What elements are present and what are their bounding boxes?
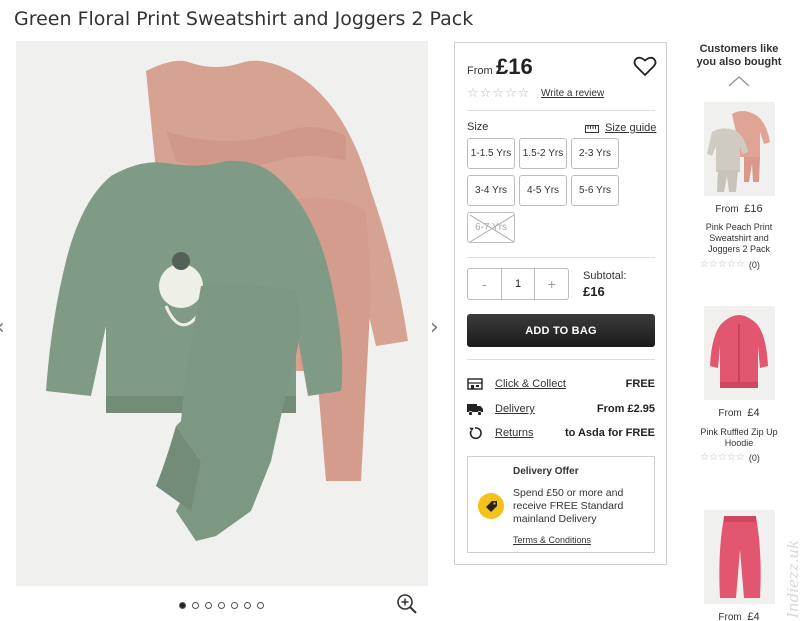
offer-title: Delivery Offer <box>513 466 579 477</box>
returns-value: to Asda for FREE <box>564 427 655 439</box>
product-photo <box>46 60 408 541</box>
size-option[interactable]: 4-5 Yrs <box>519 175 567 206</box>
gallery-dot[interactable] <box>257 602 264 609</box>
star-icon: ☆ <box>700 259 709 270</box>
gallery-dot[interactable] <box>231 602 238 609</box>
delivery-link[interactable]: Delivery <box>495 403 535 415</box>
recommendation-name[interactable]: Pink Ruffled Zip Up Hoodie <box>696 427 782 449</box>
size-option-label: 6-7 Yrs <box>474 222 508 233</box>
click-collect-link[interactable]: Click & Collect <box>495 378 566 390</box>
size-option[interactable]: 1.5-2 Yrs <box>519 138 567 169</box>
recommendation-stars: ☆ ☆ ☆ ☆ ☆ (0) <box>700 452 760 464</box>
recommendation-price-value: £16 <box>744 203 763 215</box>
gallery-prev-arrow[interactable]: ‹ <box>0 315 5 340</box>
gallery-dot[interactable] <box>192 602 199 609</box>
recommendation-price-value: £4 <box>747 611 760 621</box>
recommendation-price-prefix: From <box>718 408 742 419</box>
product-price: £16 <box>496 54 533 79</box>
recommendation-price: From £4 <box>696 407 782 419</box>
shop-icon <box>467 378 483 390</box>
recommendation-stars: ☆ ☆ ☆ ☆ ☆ (0) <box>700 259 760 271</box>
ruler-icon <box>585 125 599 133</box>
recommendation-price: From £4 <box>696 611 782 621</box>
watermark-logo: Indiezz.uk <box>784 540 802 619</box>
star-icon: ☆ <box>726 259 736 270</box>
recommendation-image[interactable] <box>704 306 775 400</box>
size-option-unavailable[interactable]: 6-7 Yrs <box>467 212 515 243</box>
size-label: Size <box>467 121 489 133</box>
star-icon: ☆ <box>504 86 517 101</box>
click-collect-row: Click & Collect FREE <box>467 377 655 393</box>
star-icon: ☆ <box>717 452 727 463</box>
divider <box>467 257 655 258</box>
recommendation-image[interactable] <box>704 102 775 196</box>
returns-icon <box>469 427 482 440</box>
chevron-up-icon[interactable] <box>728 75 750 87</box>
star-icon: ☆ <box>726 452 736 463</box>
star-icon: ☆ <box>700 452 709 463</box>
size-option[interactable]: 2-3 Yrs <box>571 138 619 169</box>
offer-text: Spend £50 or more and receive FREE Stand… <box>513 487 624 525</box>
returns-row: Returns to Asda for FREE <box>467 426 655 442</box>
star-icon: ☆ <box>708 259 718 270</box>
divider <box>467 359 655 360</box>
write-review-link[interactable]: Write a review <box>541 88 604 99</box>
gallery-dot[interactable] <box>205 602 212 609</box>
quantity-decrease-button[interactable]: - <box>468 269 501 299</box>
quantity-stepper: - 1 + <box>467 268 569 300</box>
product-title: Green Floral Print Sweatshirt and Jogger… <box>14 8 474 30</box>
review-count: (0) <box>748 260 760 270</box>
terms-conditions-link[interactable]: Terms & Conditions <box>513 535 591 545</box>
recommendation-name[interactable]: Pink Peach Print Sweatshirt and Joggers … <box>696 222 782 255</box>
star-icon: ☆ <box>717 259 727 270</box>
star-icon: ☆ <box>517 86 530 101</box>
size-option[interactable]: 3-4 Yrs <box>467 175 515 206</box>
add-to-bag-button[interactable]: ADD TO BAG <box>467 314 655 347</box>
star-icon: ☆ <box>479 86 492 101</box>
subtotal-value: £16 <box>583 284 605 299</box>
recommendation-price-value: £4 <box>747 407 760 419</box>
recommendation-price: From £16 <box>696 203 782 215</box>
star-icon: ☆ <box>492 86 504 101</box>
gallery-dots <box>179 602 264 609</box>
quantity-increase-button[interactable]: + <box>535 269 568 299</box>
price-prefix: From <box>467 65 493 77</box>
svg-text:Indiezz.uk: Indiezz.uk <box>784 540 802 619</box>
star-icon: ☆ <box>467 86 479 101</box>
delivery-offer-box: Delivery Offer Spend £50 or more and rec… <box>467 456 655 553</box>
price-tag-icon <box>478 493 504 519</box>
returns-link[interactable]: Returns <box>495 427 534 439</box>
recommendation-price-prefix: From <box>718 612 742 621</box>
review-count: (0) <box>748 453 760 463</box>
zoom-icon[interactable] <box>396 593 418 615</box>
gallery-dot[interactable] <box>179 602 186 609</box>
star-icon: ☆ <box>735 452 745 463</box>
delivery-value: From £2.95 <box>596 403 655 415</box>
recommendation-price-prefix: From <box>715 204 739 215</box>
product-image[interactable] <box>16 41 428 586</box>
product-panel: From £16 ☆ ☆ ☆ ☆ ☆ Write a review Size S… <box>454 42 667 565</box>
heart-icon[interactable] <box>633 55 657 77</box>
recommendation-image[interactable] <box>704 510 775 604</box>
gallery-dot[interactable] <box>244 602 251 609</box>
click-collect-value: FREE <box>625 378 655 390</box>
quantity-input[interactable]: 1 <box>500 269 536 299</box>
delivery-row: Delivery From £2.95 <box>467 402 655 418</box>
gallery-dot[interactable] <box>218 602 225 609</box>
gallery-next-arrow[interactable]: › <box>430 315 439 340</box>
star-icon: ☆ <box>735 259 745 270</box>
star-icon: ☆ <box>708 452 718 463</box>
size-option[interactable]: 1-1.5 Yrs <box>467 138 515 169</box>
rating-stars: ☆ ☆ ☆ ☆ ☆ <box>467 87 529 100</box>
size-guide-link[interactable]: Size guide <box>605 122 656 134</box>
recommendations-title: Customers like you also bought <box>696 43 782 68</box>
subtotal-label: Subtotal: <box>583 270 627 282</box>
size-option[interactable]: 5-6 Yrs <box>571 175 619 206</box>
truck-icon <box>467 404 483 416</box>
divider <box>467 110 655 111</box>
